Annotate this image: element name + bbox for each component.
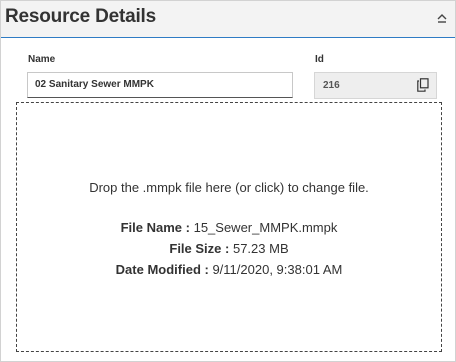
file-name-value: 15_Sewer_MMPK.mmpk <box>193 220 338 235</box>
file-size-value: 57.23 MB <box>232 241 289 256</box>
resource-details-panel: Resource Details Name 02 Sanitary Sewer … <box>0 0 456 362</box>
file-dropzone[interactable]: Drop the .mmpk file here (or click) to c… <box>16 102 442 352</box>
date-modified-value: 9/11/2020, 9:38:01 AM <box>212 262 343 277</box>
panel-header: Resource Details <box>1 1 455 38</box>
file-name-label: File Name : <box>120 220 190 235</box>
chevron-up-icon[interactable] <box>435 11 449 25</box>
id-label: Id <box>315 54 324 65</box>
file-name-row: File Name : 15_Sewer_MMPK.mmpk <box>17 220 441 235</box>
file-size-row: File Size : 57.23 MB <box>17 241 441 256</box>
name-input[interactable]: 02 Sanitary Sewer MMPK <box>27 72 293 98</box>
date-modified-label: Date Modified : <box>115 262 209 277</box>
file-size-label: File Size : <box>169 241 230 256</box>
copy-icon[interactable] <box>417 78 429 92</box>
dropzone-instruction: Drop the .mmpk file here (or click) to c… <box>89 180 369 195</box>
name-label: Name <box>28 54 56 65</box>
panel-title: Resource Details <box>5 6 156 27</box>
date-modified-row: Date Modified : 9/11/2020, 9:38:01 AM <box>17 262 441 277</box>
